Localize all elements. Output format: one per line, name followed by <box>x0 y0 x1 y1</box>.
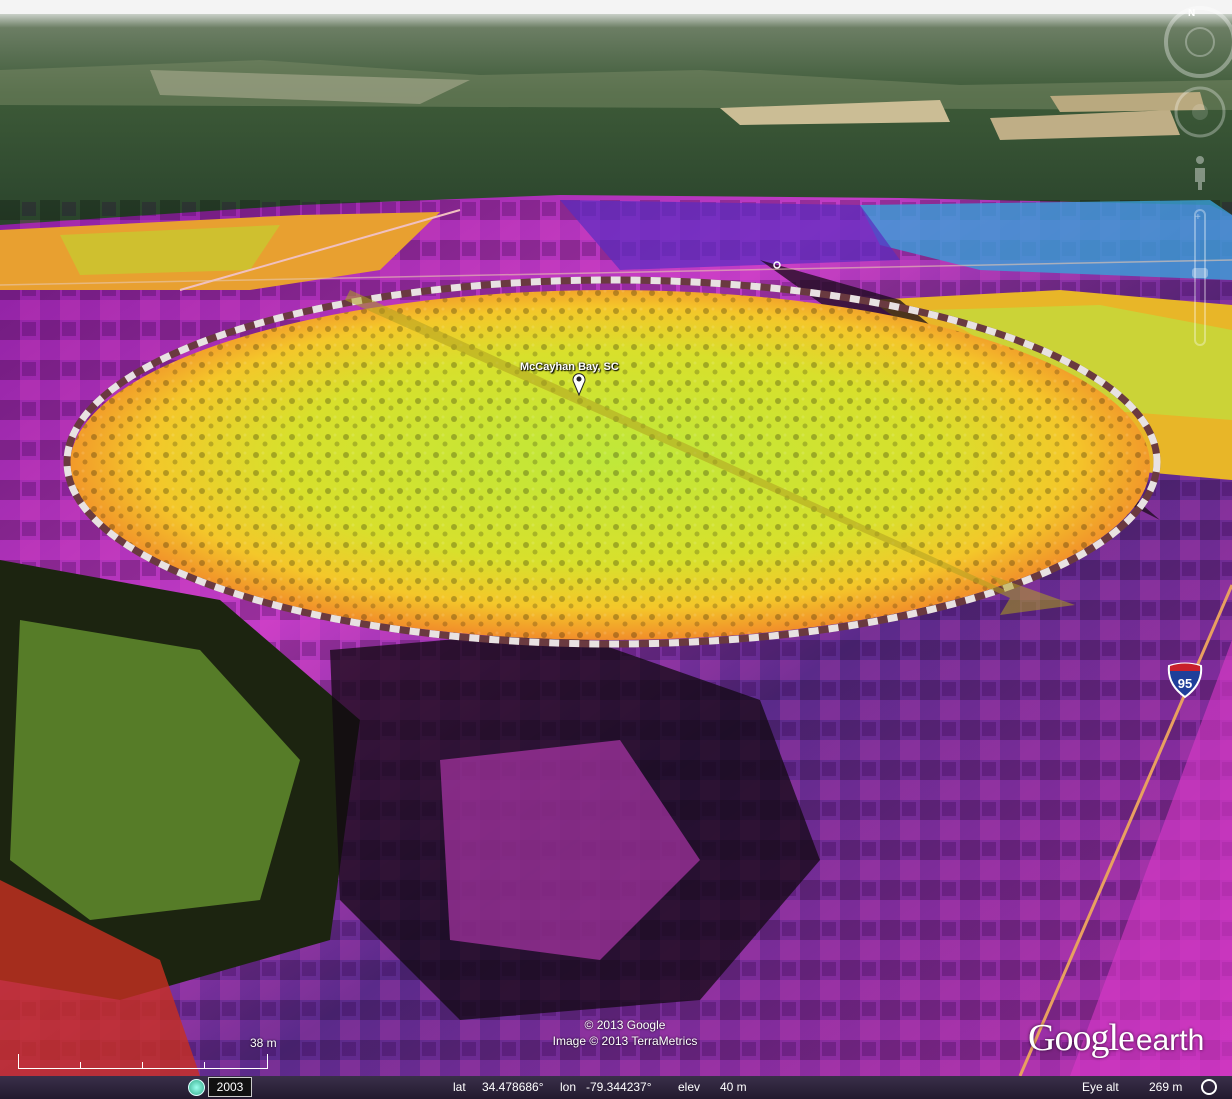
compass-north-label[interactable]: N <box>1188 8 1195 19</box>
copyright-notice: © 2013 Google Image © 2013 TerraMetrics <box>480 1017 770 1049</box>
navigation-controls[interactable]: + <box>1162 0 1232 360</box>
eye-alt-value: 269 m <box>1149 1080 1183 1094</box>
terrain-3d-view[interactable] <box>0 0 1232 1099</box>
map-viewport[interactable]: + N McCayhan Bay, SC 95 © 2013 Google Im… <box>0 0 1232 1099</box>
lon-label: lon <box>560 1080 577 1094</box>
copyright-google: © 2013 Google <box>584 1018 666 1032</box>
lat-value: 34.478686° <box>482 1080 544 1094</box>
lon-value: -79.344237° <box>586 1080 652 1094</box>
logo-google-text: Google <box>1028 1017 1135 1059</box>
imagery-year[interactable]: 2003 <box>208 1077 252 1097</box>
interstate-shield-number: 95 <box>1178 676 1192 691</box>
copyright-imagery: Image © 2013 TerraMetrics <box>552 1034 698 1048</box>
sky <box>0 0 1232 16</box>
elev-value: 40 m <box>720 1080 747 1094</box>
look-ring <box>1164 6 1232 78</box>
zoom-slider-handle <box>1192 268 1208 278</box>
interstate-shield-icon: 95 <box>1167 662 1203 698</box>
svg-text:+: + <box>1195 212 1201 223</box>
placemark-label[interactable]: McCayhan Bay, SC <box>520 361 619 373</box>
historical-imagery-icon[interactable] <box>188 1079 205 1096</box>
logo-earth-text: earth <box>1135 1024 1205 1057</box>
street-view-pegman-icon <box>1195 156 1205 190</box>
scale-bar <box>18 1054 268 1069</box>
lat-label: lat <box>453 1080 466 1094</box>
eye-alt-label: Eye alt <box>1082 1080 1119 1094</box>
scale-label: 38 m <box>250 1036 277 1050</box>
google-earth-logo: Googleearth <box>1028 1016 1204 1060</box>
loading-indicator-icon <box>1201 1079 1217 1095</box>
placemark-pin-icon[interactable] <box>572 372 586 396</box>
elev-label: elev <box>678 1080 701 1094</box>
status-bar: lat 34.478686° lon -79.344237° elev 40 m… <box>0 1076 1232 1099</box>
